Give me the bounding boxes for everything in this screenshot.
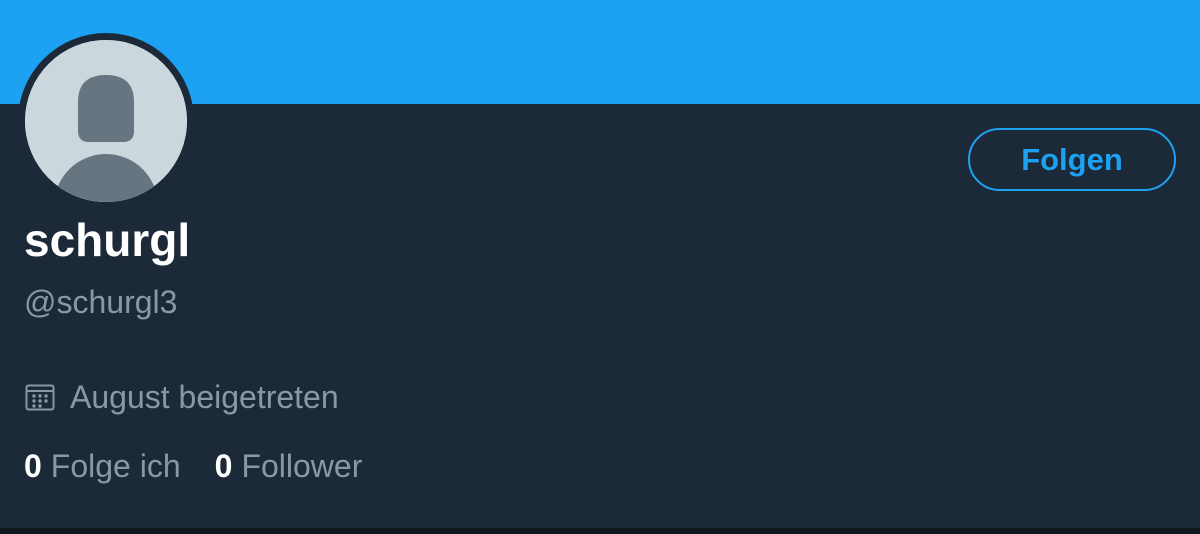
avatar-frame[interactable] (18, 33, 194, 209)
profile-stats: 0 Folge ich 0 Follower (24, 444, 362, 488)
following-stat-link[interactable]: 0 Folge ich (24, 448, 181, 485)
join-date: August beigetreten (24, 376, 339, 418)
profile-header: Folgen schurgl @schurgl3 August beigetre… (0, 0, 1200, 534)
following-label: Folge ich (50, 447, 181, 484)
followers-count: 0 (214, 447, 233, 484)
followers-stat-link[interactable]: 0 Follower (215, 448, 363, 485)
section-divider (0, 528, 1200, 534)
join-date-text: August beigetreten (70, 378, 339, 415)
user-handle: @schurgl3 (24, 284, 178, 320)
display-name: schurgl (24, 214, 191, 266)
default-avatar-icon (25, 40, 187, 202)
follow-button[interactable]: Folgen (968, 128, 1176, 191)
followers-label: Follower (241, 447, 363, 484)
following-count: 0 (24, 447, 42, 484)
calendar-icon (25, 384, 55, 411)
